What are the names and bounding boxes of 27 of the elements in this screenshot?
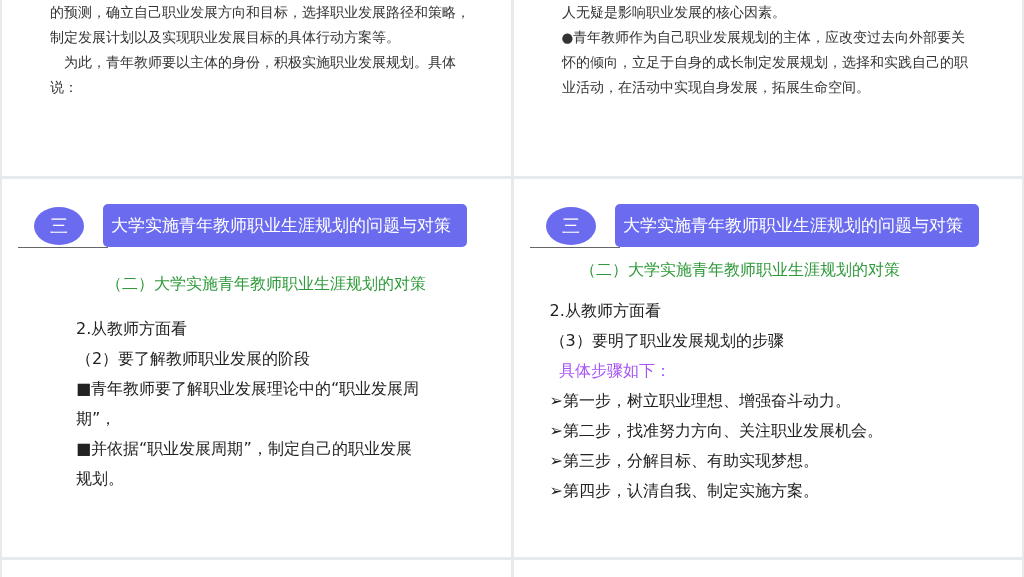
slide-text: ■青年教师要了解职业发展理论中的“职业发展周 [76, 378, 420, 400]
slide-text: ➢第四步，认清自我、制定实施方案。 [549, 480, 819, 502]
slide-text: 说： [50, 78, 78, 97]
slide-text: 为此，青年教师要以主体的身份，积极实施职业发展规划。具体 [63, 53, 456, 72]
section-number: 三 [34, 206, 84, 245]
slide-text: 2.从教师方面看 [549, 300, 661, 322]
slide-text: （2）要了解教师职业发展的阶段 [76, 348, 311, 370]
slide-text: 业活动，在活动中实现自身发展，拓展生命空间。 [561, 78, 870, 97]
slide-text: 期”， [76, 408, 117, 430]
slide-text: 人无疑是影响职业发展的核心因素。 [561, 3, 786, 22]
slide-text: 2.从教师方面看 [76, 318, 188, 340]
slide-text: 怀的倾向，立足于自身的成长制定发展规划，选择和实践自己的职 [561, 53, 968, 72]
slide-text: 规划。 [76, 468, 124, 490]
slide-text: 的预测，确立自己职业发展方向和目标，选择职业发展路径和策略， [50, 3, 470, 22]
slide-text: ➢第二步，找准努力方向、关注职业发展机会。 [549, 420, 883, 442]
slide-text: 制定发展计划以及实现职业发展目标的具体行动方案等。 [50, 28, 400, 47]
subtitle: （二）大学实施青年教师职业生涯规划的对策 [106, 273, 426, 295]
slide-text: （3）要明了职业发展规划的步骤 [549, 330, 784, 352]
section-number: 三 [545, 206, 596, 245]
section-title: 大学实施青年教师职业生涯规划的问题与对策 [103, 204, 467, 247]
section-title: 大学实施青年教师职业生涯规划的问题与对策 [614, 204, 979, 247]
slide-text: ➢第三步，分解目标、有助实现梦想。 [549, 450, 819, 472]
slide-text: 具体步骤如下： [558, 360, 671, 382]
slide-text: ➢第一步，树立职业理想、增强奋斗动力。 [549, 390, 851, 412]
slide-text: ■并依据“职业发展周期”，制定自己的职业发展 [76, 438, 412, 460]
slide-text: ●青年教师作为自己职业发展规划的主体，应改变过去向外部要关 [561, 28, 966, 47]
subtitle: （二）大学实施青年教师职业生涯规划的对策 [579, 259, 900, 281]
